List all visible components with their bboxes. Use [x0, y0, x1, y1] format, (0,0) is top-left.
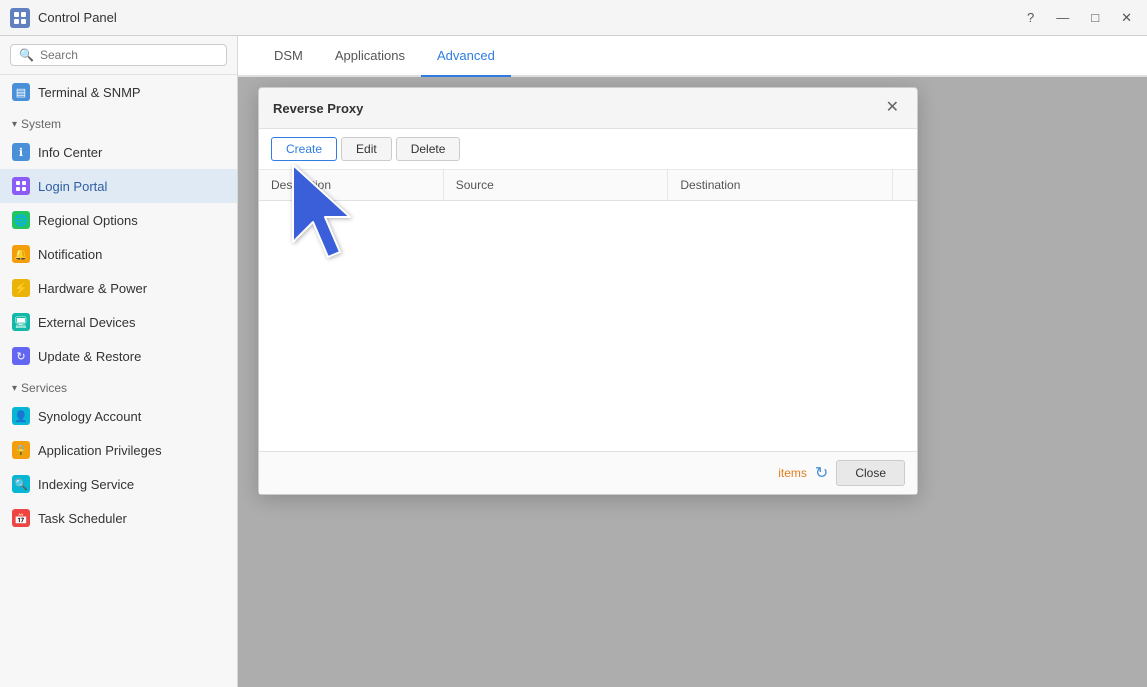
sidebar-label-indexing-service: Indexing Service	[38, 477, 134, 492]
section-arrow-system: ▾	[12, 119, 17, 130]
maximize-button[interactable]: □	[1086, 8, 1104, 27]
notification-icon: 🔔	[12, 245, 30, 263]
sidebar-label-task-scheduler: Task Scheduler	[38, 511, 127, 526]
title-bar: Control Panel ? — □ ✕	[0, 0, 1147, 36]
reverse-proxy-modal: Reverse Proxy ✕ Create Edit Delete	[258, 87, 918, 495]
refresh-icon[interactable]: ↻	[815, 463, 828, 483]
modal-close-button[interactable]: ✕	[882, 98, 903, 118]
app-privileges-icon: 🔒	[12, 441, 30, 459]
search-box[interactable]: 🔍	[10, 44, 227, 66]
sidebar-item-notification[interactable]: 🔔 Notification	[0, 237, 237, 271]
help-button[interactable]: ?	[1022, 8, 1039, 27]
table-header: Description Source Destination	[259, 170, 917, 201]
col-destination: Destination	[668, 170, 893, 200]
title-bar-left: Control Panel	[10, 8, 117, 28]
section-header-services[interactable]: ▾ Services	[0, 373, 237, 399]
col-actions	[893, 170, 917, 200]
sidebar-item-terminal-snmp[interactable]: ▤ Terminal & SNMP	[0, 75, 237, 109]
info-center-icon: ℹ	[12, 143, 30, 161]
tab-advanced[interactable]: Advanced	[421, 36, 511, 77]
sidebar-item-app-privileges[interactable]: 🔒 Application Privileges	[0, 433, 237, 467]
external-devices-icon: 🖥	[12, 313, 30, 331]
hardware-power-icon: ⚡	[12, 279, 30, 297]
terminal-snmp-icon: ▤	[12, 83, 30, 101]
sidebar-item-external-devices[interactable]: 🖥 External Devices	[0, 305, 237, 339]
app-icon	[10, 8, 30, 28]
minimize-button[interactable]: —	[1051, 8, 1074, 27]
sidebar-item-regional-options[interactable]: 🌐 Regional Options	[0, 203, 237, 237]
sidebar-label-login-portal: Login Portal	[38, 179, 107, 194]
items-count: items	[778, 466, 807, 480]
tab-dsm[interactable]: DSM	[258, 36, 319, 77]
sidebar-search-container: 🔍	[0, 36, 237, 75]
content-area: DSM Applications Advanced Reverse Proxy …	[238, 36, 1147, 687]
main-layout: 🔍 ▤ Terminal & SNMP ▾ System ℹ Info Cent…	[0, 36, 1147, 687]
sidebar-item-task-scheduler[interactable]: 📅 Task Scheduler	[0, 501, 237, 535]
modal-close-btn[interactable]: Close	[836, 460, 905, 486]
sidebar-label-regional-options: Regional Options	[38, 213, 138, 228]
sidebar-item-update-restore[interactable]: ↻ Update & Restore	[0, 339, 237, 373]
sidebar-label-synology-account: Synology Account	[38, 409, 141, 424]
sidebar-item-indexing-service[interactable]: 🔍 Indexing Service	[0, 467, 237, 501]
sidebar-label-external-devices: External Devices	[38, 315, 136, 330]
sidebar-label-terminal-snmp: Terminal & SNMP	[38, 85, 141, 100]
col-description: Description	[259, 170, 444, 200]
sidebar-label-info-center: Info Center	[38, 145, 102, 160]
modal-footer: items ↻ Close	[259, 451, 917, 494]
sidebar-label-update-restore: Update & Restore	[38, 349, 141, 364]
indexing-service-icon: 🔍	[12, 475, 30, 493]
sidebar-label-hardware-power: Hardware & Power	[38, 281, 147, 296]
tab-applications[interactable]: Applications	[319, 36, 421, 77]
modal-toolbar: Create Edit Delete	[259, 129, 917, 170]
modal-overlay: Reverse Proxy ✕ Create Edit Delete	[238, 77, 1147, 687]
sidebar-item-hardware-power[interactable]: ⚡ Hardware & Power	[0, 271, 237, 305]
sidebar-item-info-center[interactable]: ℹ Info Center	[0, 135, 237, 169]
search-input[interactable]	[40, 48, 218, 62]
sidebar-item-synology-account[interactable]: 👤 Synology Account	[0, 399, 237, 433]
section-label-services: Services	[21, 381, 67, 395]
login-portal-icon	[12, 177, 30, 195]
modal-table-body	[259, 201, 917, 451]
col-source: Source	[444, 170, 669, 200]
sidebar-label-app-privileges: Application Privileges	[38, 443, 162, 458]
sidebar: 🔍 ▤ Terminal & SNMP ▾ System ℹ Info Cent…	[0, 36, 238, 687]
section-header-system[interactable]: ▾ System	[0, 109, 237, 135]
search-icon: 🔍	[19, 48, 34, 62]
delete-button[interactable]: Delete	[396, 137, 461, 161]
create-button[interactable]: Create	[271, 137, 337, 161]
modal-title: Reverse Proxy	[273, 101, 363, 116]
task-scheduler-icon: 📅	[12, 509, 30, 527]
close-button[interactable]: ✕	[1116, 8, 1137, 28]
window-controls: ? — □ ✕	[1022, 8, 1137, 28]
edit-button[interactable]: Edit	[341, 137, 392, 161]
sidebar-item-login-portal[interactable]: Login Portal	[0, 169, 237, 203]
tab-bar: DSM Applications Advanced	[238, 36, 1147, 77]
update-restore-icon: ↻	[12, 347, 30, 365]
modal-header: Reverse Proxy ✕	[259, 88, 917, 129]
window-title: Control Panel	[38, 10, 117, 25]
regional-options-icon: 🌐	[12, 211, 30, 229]
control-panel-window: Control Panel ? — □ ✕ 🔍 ▤ Terminal & SNM…	[0, 0, 1147, 687]
synology-account-icon: 👤	[12, 407, 30, 425]
section-label-system: System	[21, 117, 61, 131]
section-arrow-services: ▾	[12, 383, 17, 394]
content-body: Reverse Proxy devices in the local netwo…	[238, 77, 1147, 687]
sidebar-label-notification: Notification	[38, 247, 102, 262]
